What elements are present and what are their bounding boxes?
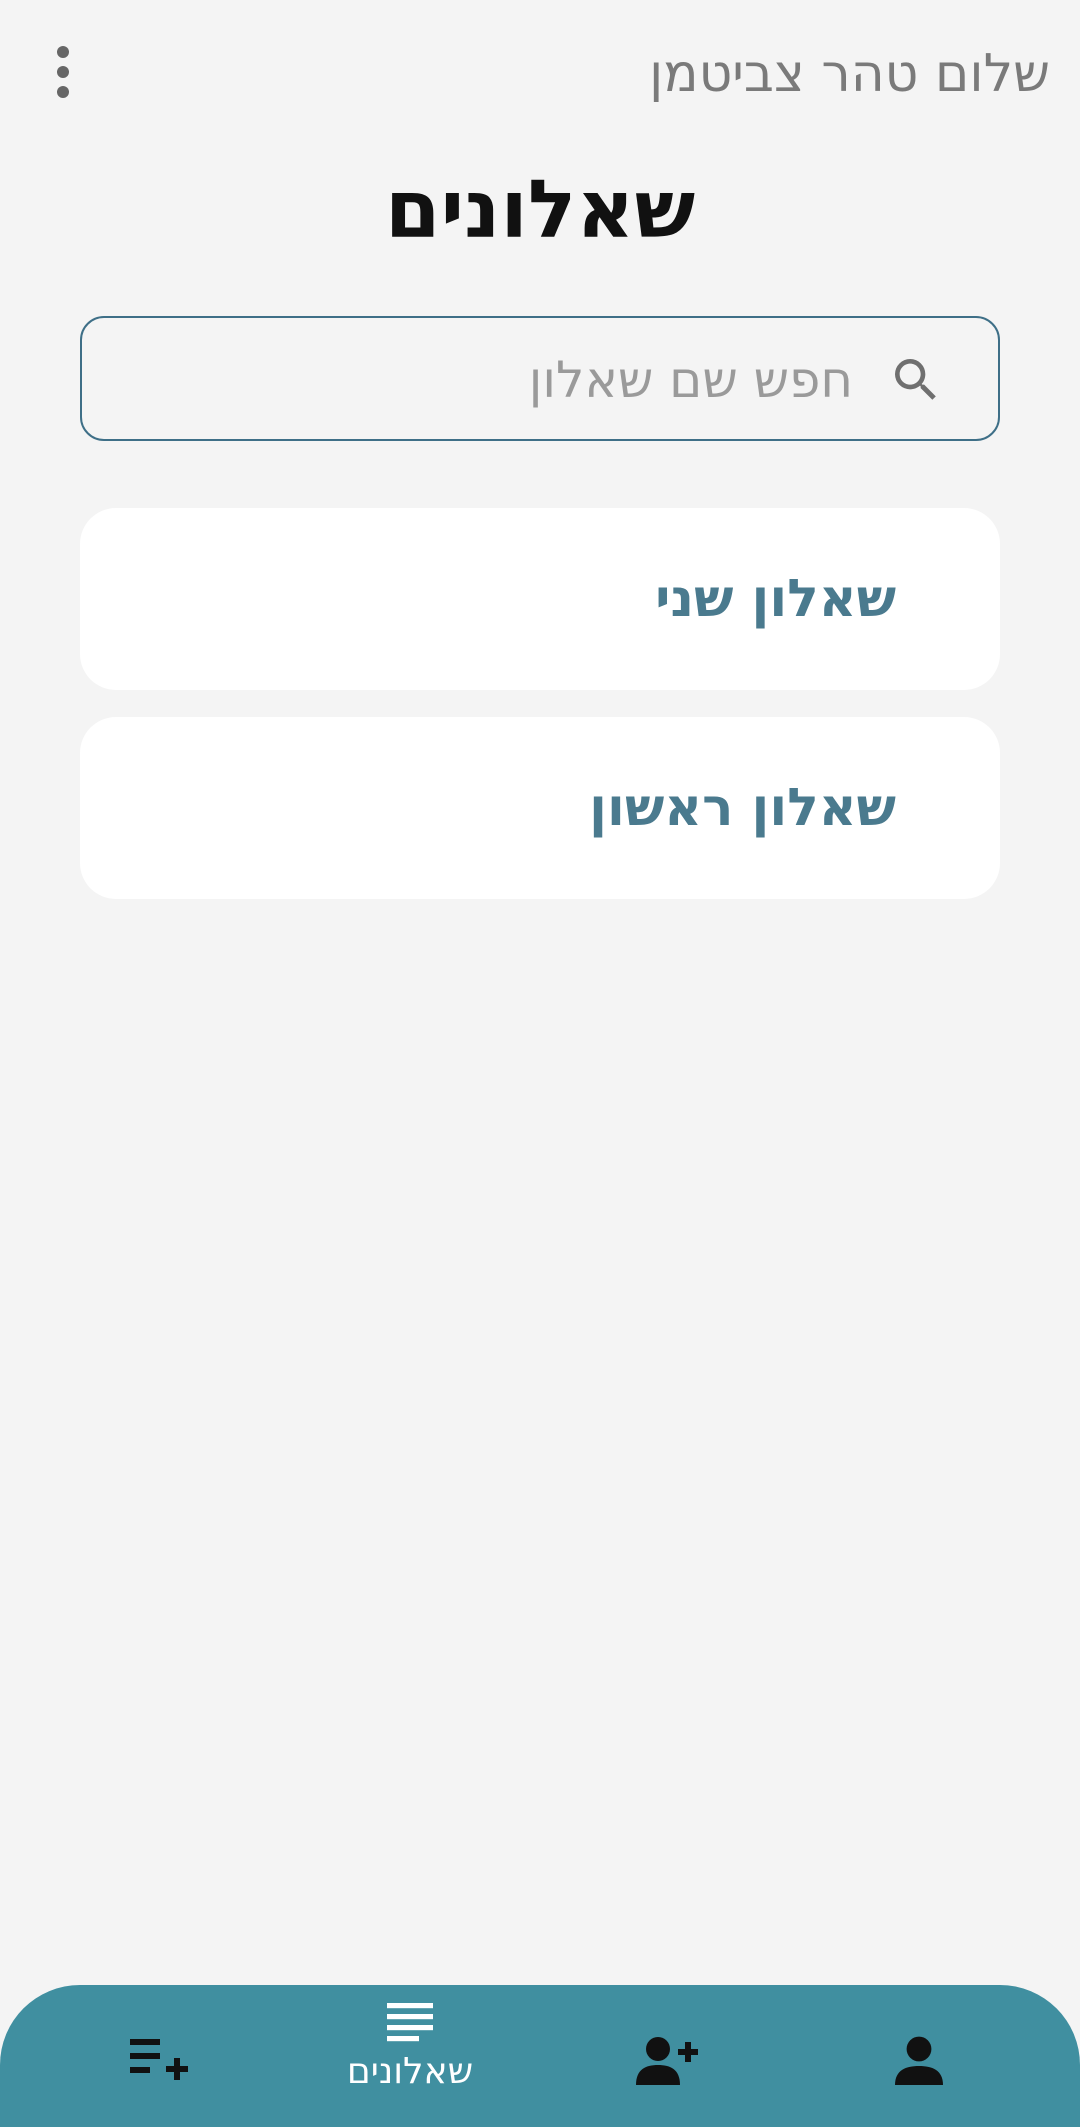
profile-icon: [895, 2036, 943, 2085]
nav-add-questionnaire[interactable]: [130, 2037, 188, 2081]
nav-add-user[interactable]: [636, 2035, 698, 2085]
search-input[interactable]: [153, 340, 853, 420]
nav-profile[interactable]: [894, 2035, 944, 2085]
more-options-button[interactable]: [48, 46, 78, 98]
add-questionnaire-icon: [130, 2039, 188, 2080]
add-user-icon: [636, 2037, 698, 2085]
nav-questionnaires-label: שאלונים: [346, 2051, 474, 2092]
questionnaire-card[interactable]: שאלון שני: [80, 508, 1000, 690]
questionnaire-title: שאלון שני: [655, 569, 896, 629]
page-title: שאלונים: [384, 163, 696, 256]
questionnaire-card[interactable]: שאלון ראשון: [80, 717, 1000, 899]
questionnaire-title: שאלון ראשון: [589, 778, 896, 838]
more-vert-icon: [57, 46, 69, 98]
questionnaires-list-icon: [387, 2003, 433, 2042]
nav-questionnaires[interactable]: שאלונים: [340, 2003, 480, 2127]
search-box[interactable]: [80, 316, 1000, 441]
bottom-navigation: שאלונים: [0, 1985, 1080, 2127]
greeting-text: שלום טהר צביטמן: [649, 44, 1050, 104]
search-icon: [895, 359, 936, 400]
